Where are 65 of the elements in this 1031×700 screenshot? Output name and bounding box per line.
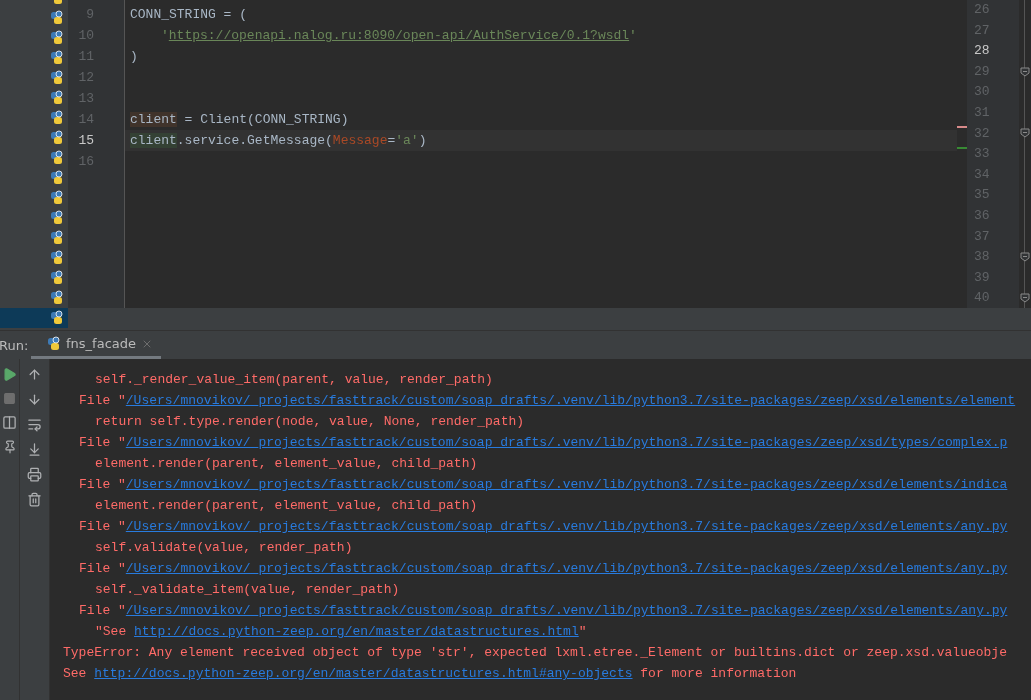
console-line: File "/Users/mnovikov/_projects/fasttrack/custom/soap_drafts/.venv/lib/python3.7/site-packages/zeep/xsd/elements/element	[78, 392, 1017, 410]
console-link[interactable]: http://docs.python-zeep.org/en/master/datastructures.html	[134, 624, 579, 639]
fold-marker-icon[interactable]	[1020, 251, 1030, 262]
printer-icon	[27, 467, 42, 482]
tree-row[interactable]	[0, 308, 68, 328]
console-link[interactable]: /Users/mnovikov/_projects/fasttrack/custom/soap_drafts/.venv/lib/python3.7/site-packages/zeep/xsd/elements/element	[125, 393, 1016, 408]
console-line: File "/Users/mnovikov/_projects/fasttrack/custom/soap_drafts/.venv/lib/python3.7/site-packages/zeep/xsd/types/complex.p	[78, 434, 1009, 452]
python-file-icon	[48, 250, 64, 266]
console-line: "See http://docs.python-zeep.org/en/master/datastructures.html"	[94, 623, 588, 641]
python-file-icon	[48, 270, 64, 286]
url-link[interactable]: https://openapi.nalog.ru:8090/open-api/AuthService/0.1?wsdl	[168, 28, 630, 43]
python-file-icon	[48, 290, 64, 306]
python-file-icon	[48, 210, 64, 226]
console-line: File "/Users/mnovikov/_projects/fasttrack/custom/soap_drafts/.venv/lib/python3.7/site-packages/zeep/xsd/elements/any.py	[78, 602, 1009, 620]
stop-icon	[3, 392, 16, 405]
python-file-icon	[48, 50, 64, 66]
python-file-icon	[48, 70, 64, 86]
layout-button[interactable]	[0, 413, 19, 432]
console-line: File "/Users/mnovikov/_projects/fasttrack/custom/soap_drafts/.venv/lib/python3.7/site-packages/zeep/xsd/elements/any.py	[78, 560, 1009, 578]
play-icon	[2, 367, 17, 382]
python-file-icon	[48, 230, 64, 246]
code-line: client = Client(CONN_STRING)	[129, 111, 350, 129]
console-line: File "/Users/mnovikov/_projects/fasttrack/custom/soap_drafts/.venv/lib/python3.7/site-packages/zeep/xsd/elements/indica	[78, 476, 1009, 494]
clear-button[interactable]	[25, 490, 44, 509]
pin-icon	[2, 440, 17, 454]
line-number: 28	[973, 42, 991, 61]
columns-icon	[2, 415, 17, 430]
python-file-icon	[48, 110, 64, 126]
code-line: )	[129, 48, 139, 66]
arrow-to-line-icon	[27, 442, 42, 457]
python-file-icon	[48, 10, 64, 26]
python-file-icon	[45, 335, 61, 352]
run-label: Run:	[0, 336, 30, 355]
wrap-text-icon	[27, 417, 42, 432]
python-file-icon	[48, 30, 64, 46]
fold-marker-icon[interactable]	[1020, 128, 1030, 139]
console-line: self._render_value_item(parent, value, render_path)	[94, 371, 494, 389]
console-line: File "/Users/mnovikov/_projects/fasttrack/custom/soap_drafts/.venv/lib/python3.7/site-packages/zeep/xsd/elements/any.py	[78, 518, 1009, 536]
line-number: 15	[77, 132, 94, 150]
console-link[interactable]: /Users/mnovikov/_projects/fasttrack/custom/soap_drafts/.venv/lib/python3.7/site-packages/zeep/xsd/elements/any.py	[125, 561, 1008, 576]
console-line: self.validate(value, render_path)	[94, 539, 354, 557]
print-button[interactable]	[25, 465, 44, 484]
code-line: CONN_STRING = (	[129, 6, 249, 24]
code-editor[interactable]: CONN_STRING = ( 'https://openapi.nalog.ru:8090/open-api/AuthService/0.1?wsdl' ) client = Client(CONN_STRING) client.service.GetMessage(Message='a')	[125, 0, 957, 308]
python-file-icon	[48, 150, 64, 166]
python-file-icon	[48, 190, 64, 206]
python-file-icon	[48, 90, 64, 106]
console-line: element.render(parent, element_value, child_path)	[94, 455, 479, 473]
console-line: return self.type.render(node, value, None, render_path)	[94, 413, 526, 431]
console-link[interactable]: /Users/mnovikov/_projects/fasttrack/custom/soap_drafts/.venv/lib/python3.7/site-packages/zeep/xsd/elements/any.py	[125, 603, 1008, 618]
python-file-icon	[48, 130, 64, 146]
console-line: See http://docs.python-zeep.org/en/master/datastructures.html#any-objects for more information	[63, 665, 798, 683]
python-file-icon	[48, 310, 64, 326]
console-line: element.render(parent, element_value, child_path)	[94, 497, 479, 515]
console-link[interactable]: http://docs.python-zeep.org/en/master/datastructures.html#any-objects	[94, 666, 633, 681]
console-line: TypeError: Any element received object of type 'str', expected lxml.etree._Element or builtins.dict or zeep.xsd.valueobje	[63, 644, 1008, 662]
fold-marker-icon[interactable]	[1020, 292, 1030, 303]
console-link[interactable]: /Users/mnovikov/_projects/fasttrack/custom/soap_drafts/.venv/lib/python3.7/site-packages/zeep/xsd/elements/indica	[125, 477, 1008, 492]
code-line: 'https://openapi.nalog.ru:8090/open-api/AuthService/0.1?wsdl'	[160, 27, 638, 45]
console-link[interactable]: /Users/mnovikov/_projects/fasttrack/custom/soap_drafts/.venv/lib/python3.7/site-packages/zeep/xsd/types/complex.p	[125, 435, 1008, 450]
console-link[interactable]: /Users/mnovikov/_projects/fasttrack/custom/soap_drafts/.venv/lib/python3.7/site-packages/zeep/xsd/elements/any.py	[125, 519, 1008, 534]
console-line: self._validate_item(value, render_path)	[94, 581, 401, 599]
trash-icon	[27, 492, 42, 507]
python-file-icon	[48, 170, 64, 186]
fold-marker-icon[interactable]	[1020, 66, 1030, 77]
